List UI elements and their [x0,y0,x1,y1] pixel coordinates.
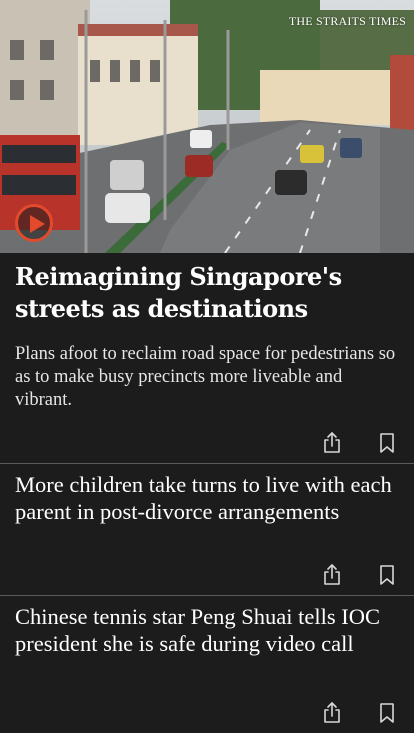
article-card[interactable]: More children take turns to live with ea… [0,471,414,596]
article-headline[interactable]: More children take turns to live with ea… [15,471,399,525]
share-icon[interactable] [320,701,344,725]
brand-logo: THE STRAITS TIMES [288,14,406,28]
article-actions [320,431,399,455]
hero-image[interactable]: THE STRAITS TIMES [0,0,414,253]
bookmark-icon[interactable] [375,701,399,725]
bookmark-icon[interactable] [375,563,399,587]
article-headline[interactable]: Chinese tennis star Peng Shuai tells IOC… [15,603,399,657]
article-actions [320,701,399,725]
article-actions [320,563,399,587]
street-photo [0,0,414,253]
article-card-lead[interactable]: Reimagining Singapore's streets as desti… [0,261,414,464]
play-icon[interactable] [15,204,53,242]
share-icon[interactable] [320,563,344,587]
article-standfirst: Plans afoot to reclaim road space for pe… [15,344,396,410]
share-icon[interactable] [320,431,344,455]
bookmark-icon[interactable] [375,431,399,455]
article-headline[interactable]: Reimagining Singapore's streets as desti… [15,261,399,325]
article-card[interactable]: Chinese tennis star Peng Shuai tells IOC… [0,603,414,733]
